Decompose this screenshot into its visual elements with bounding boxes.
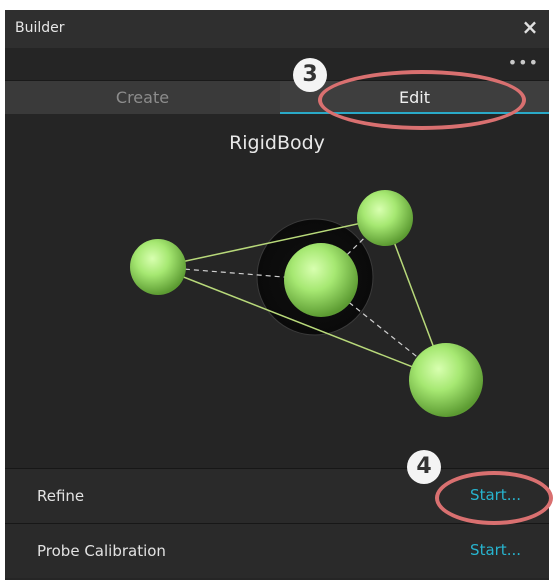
marker-sphere — [130, 239, 186, 295]
marker-sphere — [409, 343, 483, 417]
more-options-icon[interactable]: ••• — [508, 53, 539, 72]
close-icon[interactable]: × — [519, 16, 541, 38]
highlight-ellipse-edit — [318, 70, 526, 130]
rigidbody-viewport[interactable]: RigidBody — [5, 114, 549, 468]
probe-calibration-start-link[interactable]: Start... — [470, 541, 521, 559]
refine-label: Refine — [37, 487, 85, 505]
callout-badge-4: 4 — [407, 450, 441, 484]
highlight-ellipse-refine-start — [435, 471, 553, 525]
tab-create[interactable]: Create — [5, 81, 280, 114]
rigidbody-diagram — [130, 190, 483, 417]
title-bar: Builder × — [5, 10, 549, 48]
marker-sphere-center — [284, 243, 358, 317]
marker-sphere — [357, 190, 413, 246]
panel-title: Builder — [15, 20, 65, 36]
list-item-probe-calibration: Probe Calibration Start... — [5, 523, 549, 578]
callout-badge-3: 3 — [293, 58, 327, 92]
probe-calibration-label: Probe Calibration — [37, 542, 166, 560]
